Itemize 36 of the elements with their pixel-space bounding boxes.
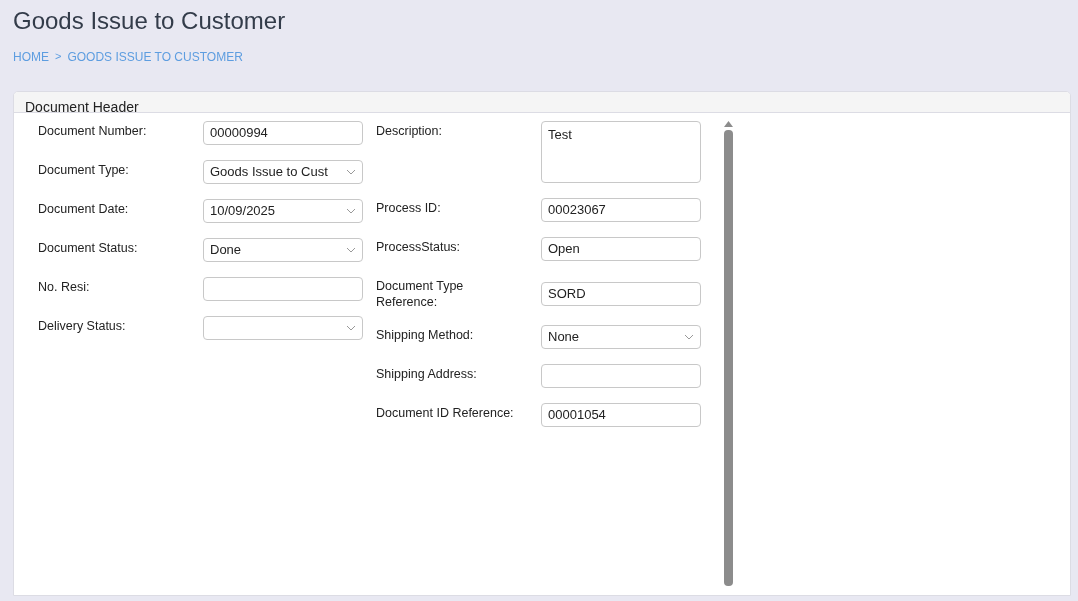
- field-label: Delivery Status:: [38, 318, 127, 334]
- field-label: Shipping Address:: [376, 366, 478, 382]
- field-label: Document Date:: [38, 201, 130, 217]
- input-field[interactable]: SORD: [541, 282, 701, 306]
- dropdown[interactable]: Goods Issue to Cust: [203, 160, 363, 184]
- chevron-icon: [346, 208, 356, 214]
- panel-title: Document Header: [14, 92, 1070, 113]
- dropdown[interactable]: [203, 316, 363, 340]
- field-label: ProcessStatus:: [376, 239, 462, 255]
- breadcrumb-separator: >: [55, 49, 62, 64]
- dropdown[interactable]: 10/09/2025: [203, 199, 363, 223]
- field-label: Process ID:: [376, 200, 442, 216]
- input-field[interactable]: 00000994: [203, 121, 363, 145]
- field-label: Document ID Reference:: [376, 405, 515, 421]
- text-area[interactable]: Test: [541, 121, 701, 183]
- chevron-icon: [346, 169, 356, 175]
- input-field[interactable]: [203, 277, 363, 301]
- field-label: Document Number:: [38, 123, 148, 139]
- page-title: Goods Issue to Customer: [13, 6, 287, 36]
- scrollbar[interactable]: [724, 121, 733, 586]
- field-label: Document Type:: [38, 162, 130, 178]
- field-label: Document Status:: [38, 240, 139, 256]
- dropdown[interactable]: None: [541, 325, 701, 349]
- scroll-up-arrow-icon[interactable]: [724, 121, 733, 127]
- input-field[interactable]: Open: [541, 237, 701, 261]
- field-label: No. Resi:: [38, 279, 91, 295]
- dropdown[interactable]: Done: [203, 238, 363, 262]
- chevron-icon: [346, 247, 356, 253]
- field-label: Shipping Method:: [376, 327, 475, 343]
- field-label: Description:: [376, 123, 443, 139]
- chevron-icon: [346, 325, 356, 331]
- input-field[interactable]: 00023067: [541, 198, 701, 222]
- field-label: Document Type Reference:: [376, 278, 465, 310]
- chevron-icon: [684, 334, 694, 340]
- input-field[interactable]: [541, 364, 701, 388]
- input-field[interactable]: 00001054: [541, 403, 701, 427]
